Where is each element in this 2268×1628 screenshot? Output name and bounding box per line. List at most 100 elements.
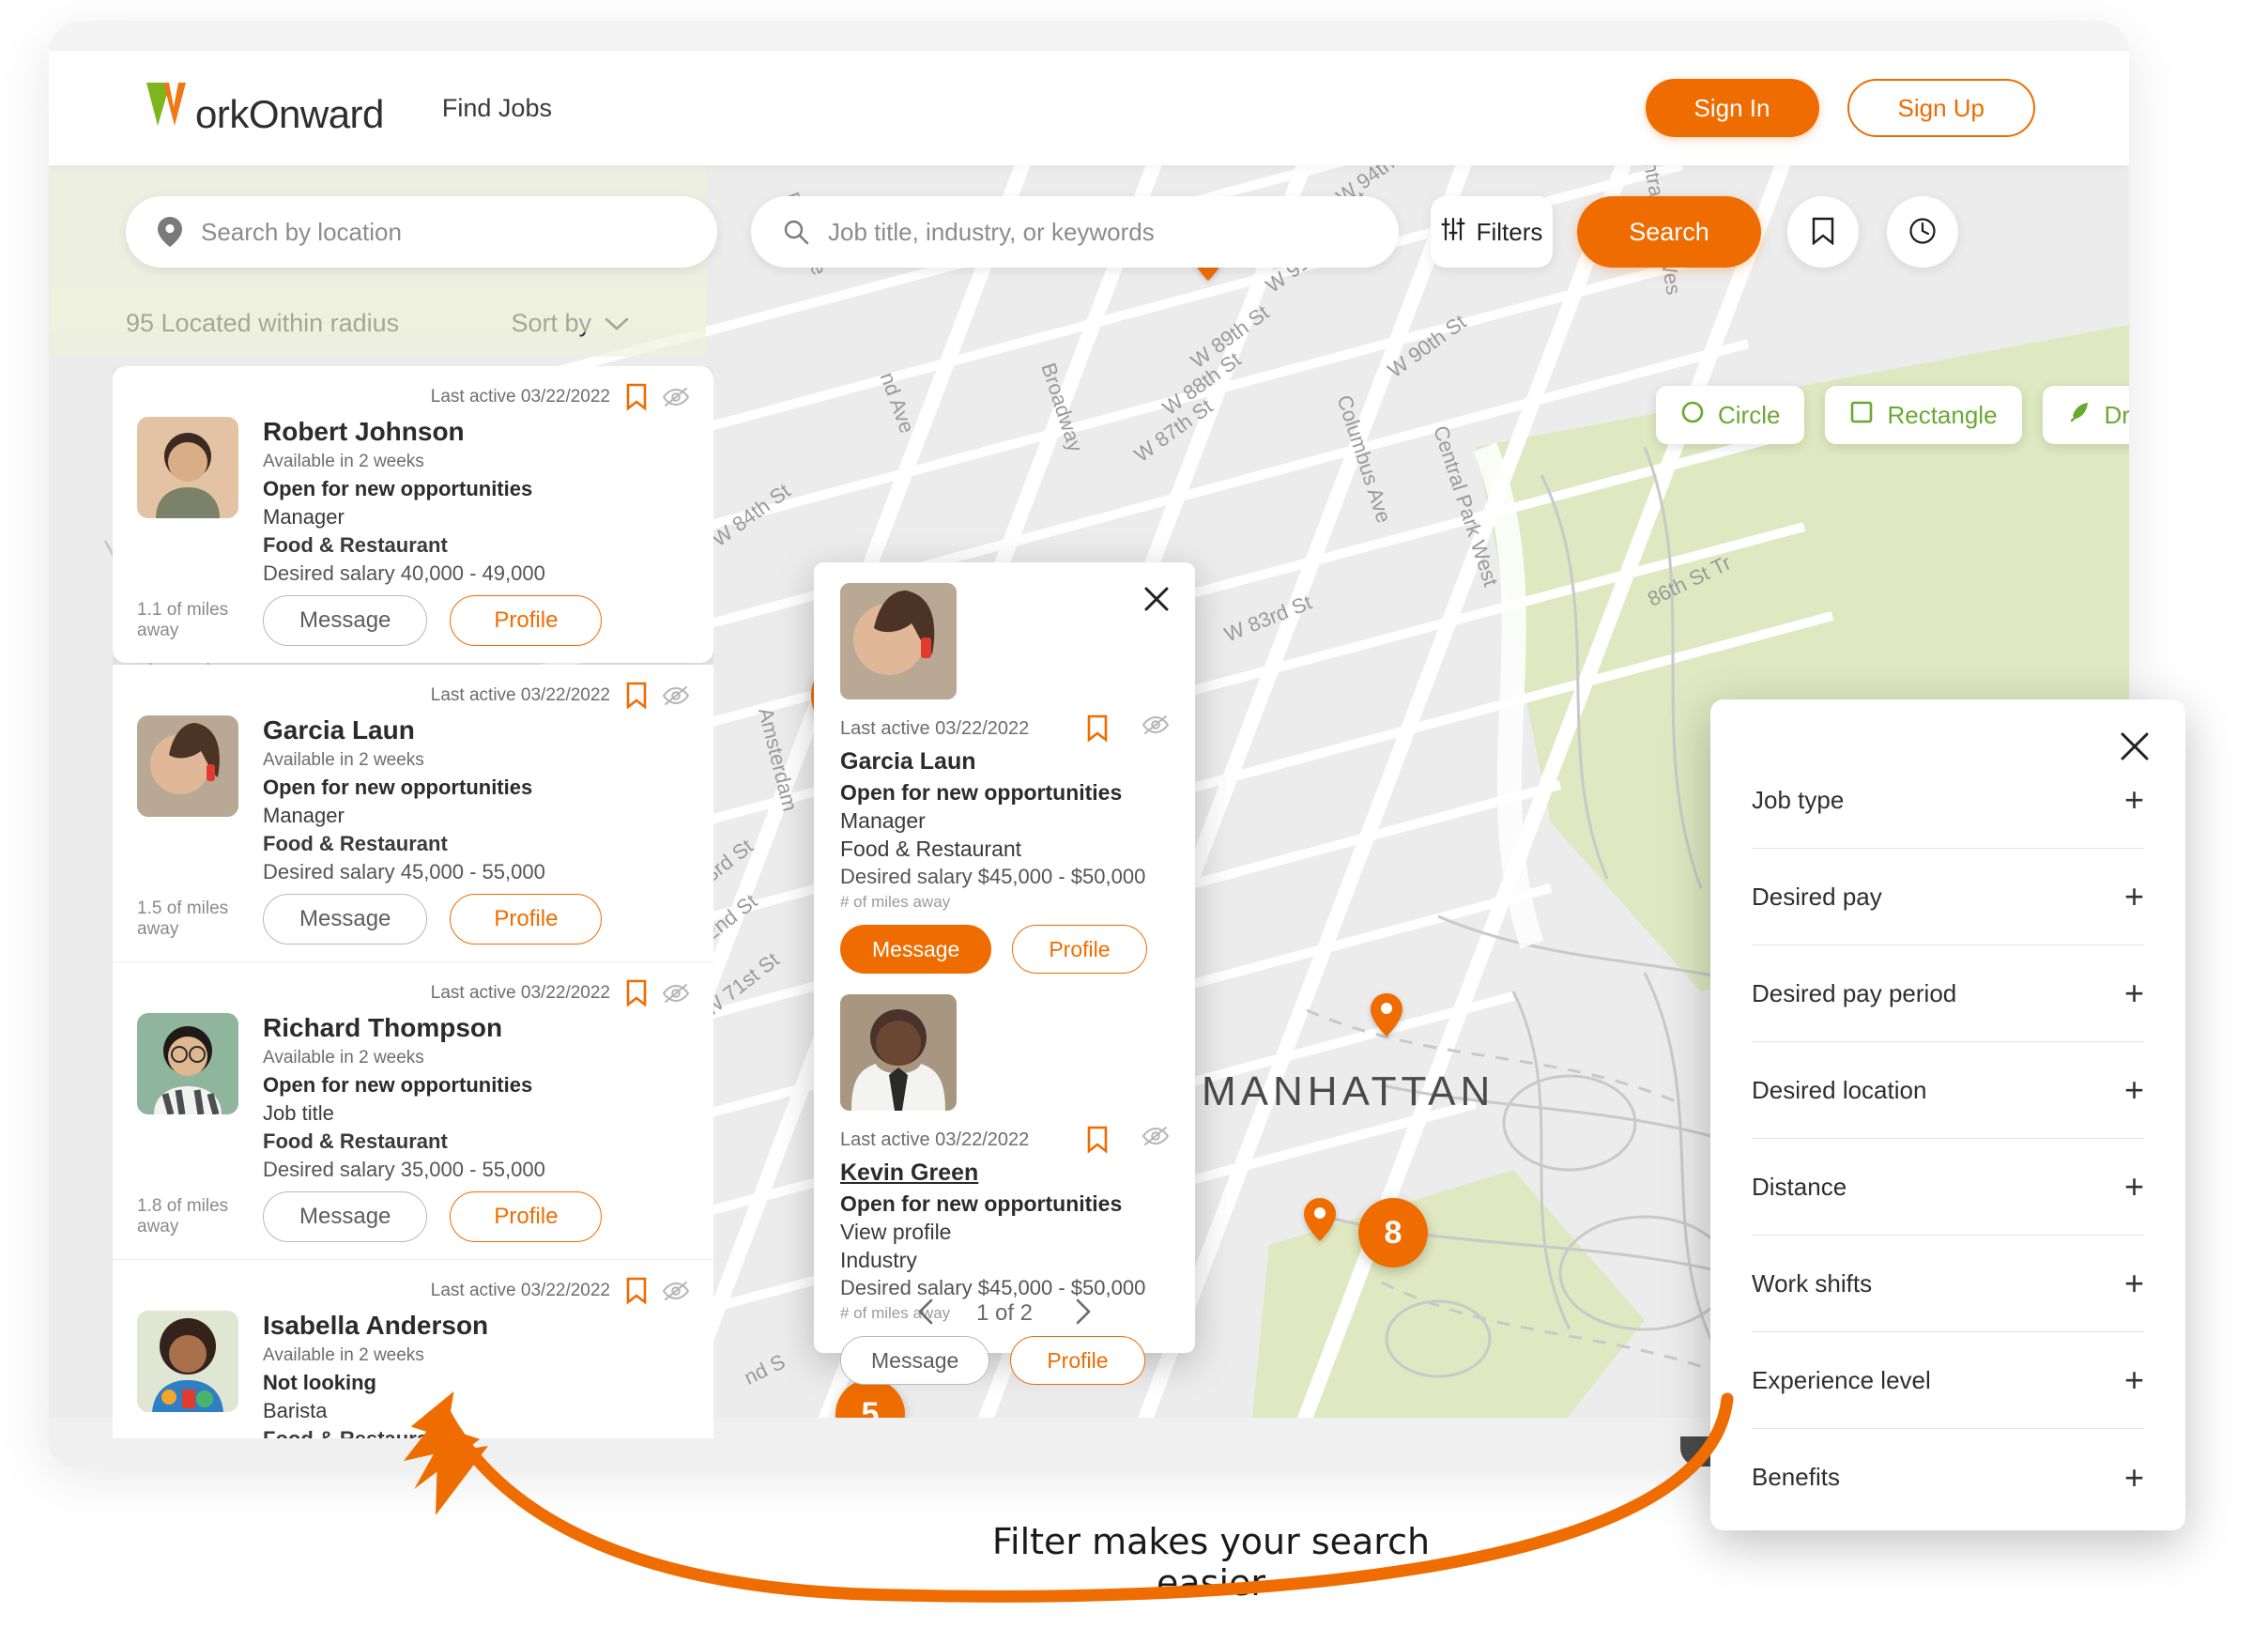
candidate-view-profile-link[interactable]: View profile xyxy=(840,1220,1169,1245)
draw-freehand-button[interactable]: Draw Hot xyxy=(2042,386,2129,444)
hide-eye-icon[interactable] xyxy=(663,387,689,407)
sign-up-button[interactable]: Sign Up xyxy=(1847,79,2035,137)
map-region-label: MANHATTAN xyxy=(1202,1068,1495,1114)
candidate-availability: Available in 2 weeks xyxy=(263,750,424,770)
bookmark-icon[interactable] xyxy=(625,979,648,1007)
draw-circle-label: Circle xyxy=(1718,400,1781,429)
filter-row-desired-pay[interactable]: Desired pay + xyxy=(1752,849,2144,945)
last-active-label: Last active 03/22/2022 xyxy=(430,983,610,1003)
square-outline-icon xyxy=(1849,400,1874,431)
filter-row-job-type[interactable]: Job type + xyxy=(1752,752,2144,849)
candidate-industry: Food & Restaurant xyxy=(263,1129,448,1153)
candidate-distance: 1.1 of miles away xyxy=(137,600,229,640)
bookmark-icon[interactable] xyxy=(625,682,648,710)
annotation-arrow xyxy=(404,1390,1734,1603)
filter-row-experience-level[interactable]: Experience level + xyxy=(1752,1332,2144,1429)
map-pin[interactable] xyxy=(1371,993,1402,1037)
map-pin-icon xyxy=(158,217,182,247)
filter-label: Work shifts xyxy=(1752,1268,1873,1298)
cluster-count: 8 xyxy=(1384,1214,1402,1251)
candidate-status: Open for new opportunities xyxy=(263,776,533,799)
bookmark-icon[interactable] xyxy=(1086,714,1109,743)
candidate-card[interactable]: Last active 03/22/2022 Robert Johnson Av… xyxy=(113,366,713,663)
message-button[interactable]: Message xyxy=(840,925,992,974)
keyword-search-field[interactable] xyxy=(751,196,1399,268)
candidate-card[interactable]: Last active 03/22/2022 Richard Thompson … xyxy=(113,962,713,1260)
hide-eye-icon[interactable] xyxy=(1142,714,1169,743)
filter-row-benefits[interactable]: Benefits + xyxy=(1752,1429,2144,1526)
message-button[interactable]: Message xyxy=(263,1191,428,1242)
clock-icon xyxy=(1908,217,1937,248)
brand-logo[interactable]: orkOnward xyxy=(143,79,384,137)
sliders-icon xyxy=(1441,217,1465,248)
filter-row-work-shifts[interactable]: Work shifts + xyxy=(1752,1236,2144,1332)
plus-icon[interactable]: + xyxy=(2124,976,2144,1010)
keyword-search-input[interactable] xyxy=(828,217,1334,247)
plus-icon[interactable]: + xyxy=(2124,783,2144,817)
draw-freehand-label: Draw xyxy=(2104,400,2129,429)
last-active-label: Last active 03/22/2022 xyxy=(430,387,610,407)
circle-outline-icon xyxy=(1680,400,1705,431)
profile-button[interactable]: Profile xyxy=(450,595,603,646)
pen-icon xyxy=(2067,400,2092,431)
map-pin[interactable] xyxy=(1304,1198,1336,1241)
candidate-status: Open for new opportunities xyxy=(263,477,533,500)
filter-label: Desired location xyxy=(1752,1075,1927,1104)
location-search-input[interactable] xyxy=(201,217,663,247)
close-icon[interactable] xyxy=(2112,724,2157,772)
map-cluster-badge[interactable]: 8 xyxy=(1358,1198,1428,1267)
candidate-distance: 1.8 of miles away xyxy=(137,1196,229,1236)
profile-button[interactable]: Profile xyxy=(1012,925,1147,974)
map-candidate-popup[interactable]: Last active 03/22/2022 Garcia Laun Open … xyxy=(814,562,1195,1385)
plus-icon[interactable]: + xyxy=(2124,1170,2144,1204)
message-button[interactable]: Message xyxy=(263,595,428,646)
results-list[interactable]: Last active 03/22/2022 Robert Johnson Av… xyxy=(113,366,713,1438)
candidate-avatar xyxy=(137,1311,238,1412)
plus-icon[interactable]: + xyxy=(2124,1267,2144,1300)
candidate-name: Garcia Laun xyxy=(840,748,976,775)
filters-button[interactable]: Filters xyxy=(1431,196,1553,268)
filter-row-desired-location[interactable]: Desired location + xyxy=(1752,1042,2144,1139)
plus-icon[interactable]: + xyxy=(2124,1460,2144,1495)
candidate-salary: Desired salary 40,000 - 49,000 xyxy=(263,561,545,585)
sign-in-button[interactable]: Sign In xyxy=(1645,79,1819,137)
filter-label: Desired pay period xyxy=(1752,978,1957,1007)
candidate-status: Open for new opportunities xyxy=(840,780,1123,805)
saved-searches-button[interactable] xyxy=(1787,196,1859,268)
candidate-name[interactable]: Kevin Green xyxy=(840,1160,1169,1187)
message-button[interactable]: Message xyxy=(263,894,428,945)
filter-row-desired-pay-period[interactable]: Desired pay period + xyxy=(1752,945,2144,1042)
nav-link-find-jobs[interactable]: Find Jobs xyxy=(442,94,552,123)
last-active-label: Last active 03/22/2022 xyxy=(840,1129,1030,1150)
plus-icon[interactable]: + xyxy=(2124,1363,2144,1397)
candidate-distance: 1.5 of miles away xyxy=(137,898,229,939)
draw-circle-button[interactable]: Circle xyxy=(1656,386,1805,444)
logo-w-mark xyxy=(143,79,195,128)
filters-button-label: Filters xyxy=(1476,217,1543,246)
search-history-button[interactable] xyxy=(1887,196,1958,268)
hide-eye-icon[interactable] xyxy=(1142,1126,1169,1154)
profile-button[interactable]: Profile xyxy=(450,1191,603,1242)
candidate-card[interactable]: Last active 03/22/2022 Garcia Laun Avail… xyxy=(113,665,713,962)
plus-icon[interactable]: + xyxy=(2124,1073,2144,1107)
filter-row-distance[interactable]: Distance + xyxy=(1752,1139,2144,1236)
candidate-industry: Food & Restaurant xyxy=(263,832,448,855)
bookmark-icon[interactable] xyxy=(1086,1126,1109,1154)
candidate-salary: Desired salary 35,000 - 55,000 xyxy=(263,1158,545,1181)
search-button[interactable]: Search xyxy=(1577,196,1761,268)
close-icon[interactable] xyxy=(1137,579,1176,622)
top-navigation-bar: orkOnward Find Jobs Sign In Sign Up xyxy=(49,51,2129,165)
candidate-avatar xyxy=(840,583,957,699)
hide-eye-icon[interactable] xyxy=(663,983,689,1004)
candidate-title: Manager xyxy=(840,808,926,833)
candidate-industry: Food & Restaurant xyxy=(263,533,448,557)
bookmark-icon[interactable] xyxy=(625,383,648,411)
draw-rectangle-button[interactable]: Rectangle xyxy=(1825,386,2022,444)
hide-eye-icon[interactable] xyxy=(663,685,689,706)
location-search-field[interactable] xyxy=(126,196,717,268)
plus-icon[interactable]: + xyxy=(2124,880,2144,914)
candidate-salary: Desired salary $45,000 - $50,000 xyxy=(840,865,1146,888)
profile-button[interactable]: Profile xyxy=(450,894,603,945)
search-icon xyxy=(783,219,809,245)
candidate-title: Manager xyxy=(263,505,345,529)
